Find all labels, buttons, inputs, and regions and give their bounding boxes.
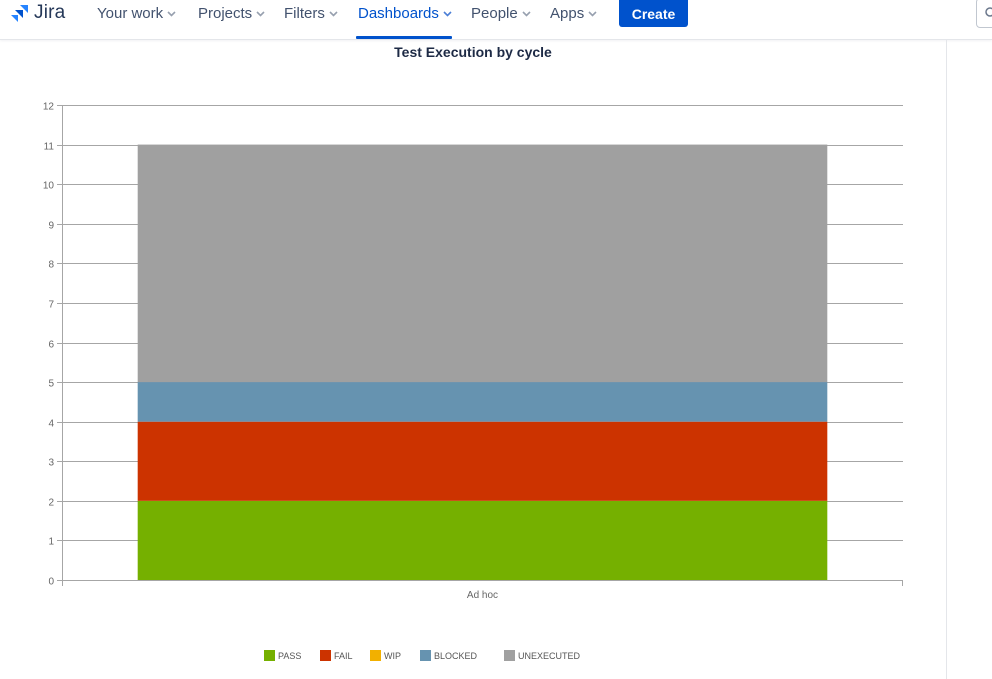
y-tick-label: 3 xyxy=(48,458,54,469)
legend-item-wip[interactable]: WIP xyxy=(370,650,401,661)
y-tick-label: 5 xyxy=(48,379,54,390)
y-tick-label: 10 xyxy=(43,181,55,192)
legend-label: BLOCKED xyxy=(434,650,478,661)
bar-segment-unexecuted xyxy=(137,144,828,383)
y-tick-label: 11 xyxy=(44,142,55,153)
legend-swatch xyxy=(264,650,275,661)
y-tick-label: 7 xyxy=(48,300,54,311)
bar-segment-pass xyxy=(137,500,828,580)
y-tick-label: 6 xyxy=(48,340,54,351)
legend-swatch xyxy=(504,650,515,661)
legend-item-blocked[interactable]: BLOCKED xyxy=(420,650,477,661)
y-tick-label: 1 xyxy=(48,537,54,548)
legend-item-fail[interactable]: FAIL xyxy=(320,650,353,661)
search-input[interactable] xyxy=(976,0,992,28)
y-tick-label: 4 xyxy=(48,419,54,430)
legend-label: WIP xyxy=(384,650,401,661)
panel-divider xyxy=(946,40,947,679)
x-tick-label: Ad hoc xyxy=(467,590,498,601)
y-tick-label: 12 xyxy=(43,102,55,113)
bar-segment-blocked xyxy=(137,382,828,422)
legend-item-pass[interactable]: PASS xyxy=(264,650,301,661)
search-icon xyxy=(985,7,992,17)
legend-label: FAIL xyxy=(334,650,353,661)
y-tick-label: 2 xyxy=(48,498,54,509)
legend-swatch xyxy=(370,650,381,661)
legend-swatch xyxy=(420,650,431,661)
y-tick-label: 9 xyxy=(48,221,54,232)
y-tick-label: 0 xyxy=(48,577,54,588)
bar-segment-fail xyxy=(137,421,828,501)
legend-label: PASS xyxy=(278,650,302,661)
y-tick-label: 8 xyxy=(48,260,54,271)
chart-legend: PASS FAIL WIP BLOCKED UNEXECUTED xyxy=(0,650,946,664)
stacked-bar-chart: 0123456789101112Ad hoc xyxy=(43,102,903,601)
legend-swatch xyxy=(320,650,331,661)
legend-item-unexecuted[interactable]: UNEXECUTED xyxy=(504,650,580,661)
legend-label: UNEXECUTED xyxy=(518,650,581,661)
